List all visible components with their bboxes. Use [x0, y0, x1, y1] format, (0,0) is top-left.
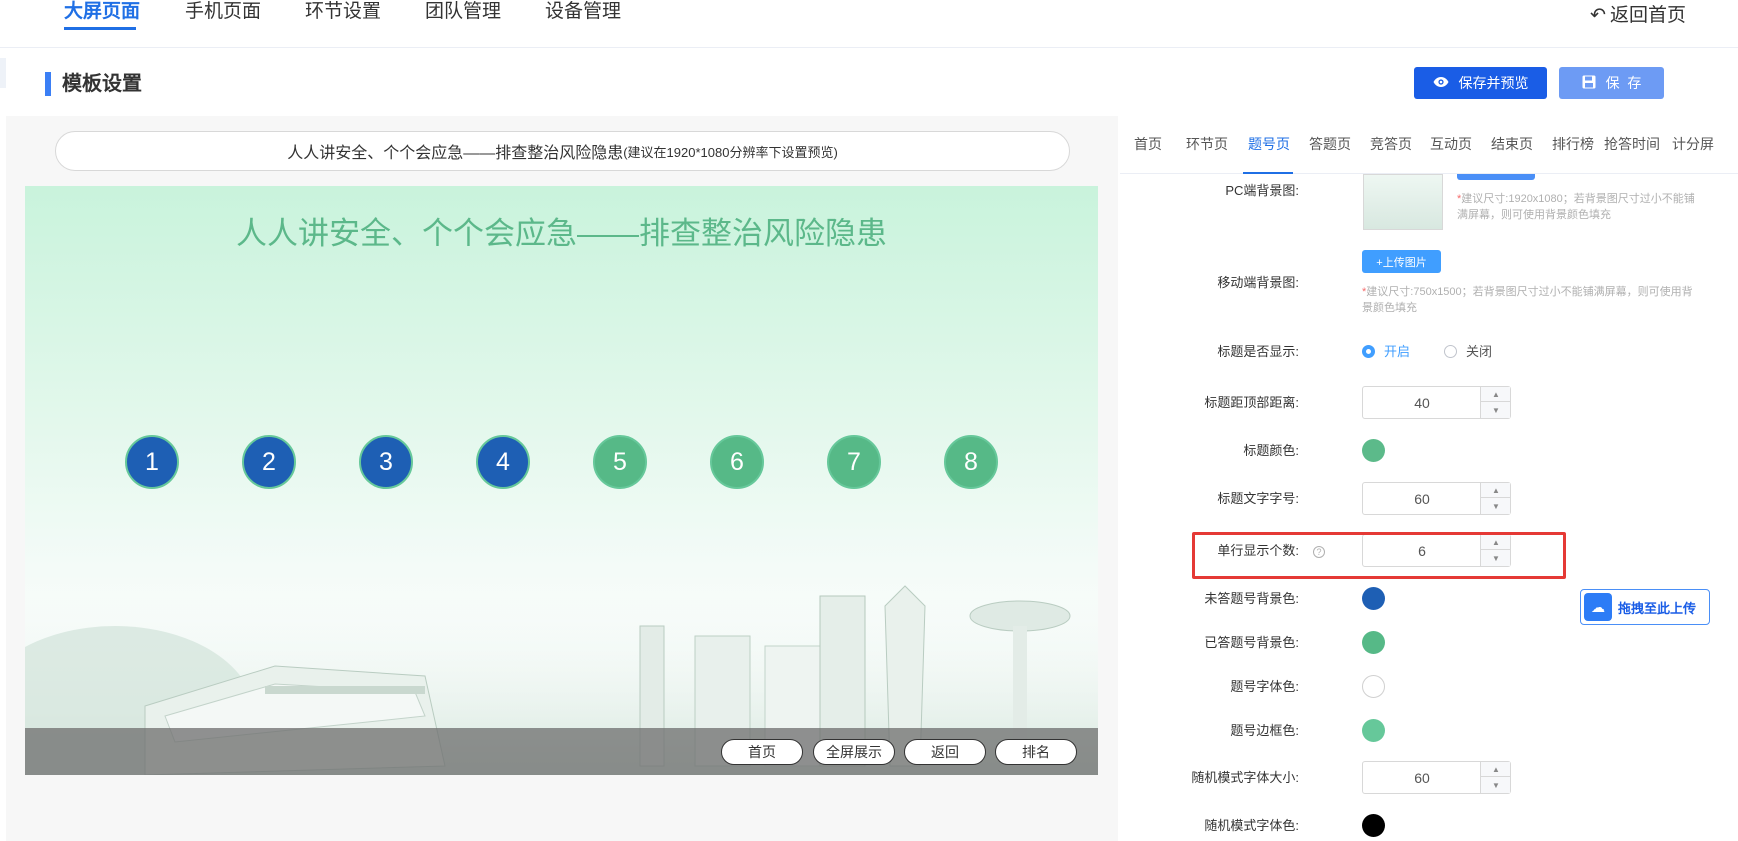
- question-number-2[interactable]: 2: [242, 435, 296, 489]
- tab-answer[interactable]: 答题页: [1309, 134, 1351, 154]
- increment-icon[interactable]: ▲: [1481, 387, 1511, 402]
- random-font-size-value[interactable]: 60: [1363, 762, 1481, 793]
- increment-icon[interactable]: ▲: [1481, 762, 1511, 777]
- back-home-link[interactable]: ↶ 返回首页: [1590, 4, 1686, 28]
- title-top-stepper[interactable]: 40 ▲ ▼: [1362, 386, 1511, 419]
- pc-bg-thumbnail[interactable]: [1363, 174, 1443, 230]
- unanswered-bg-swatch[interactable]: [1362, 587, 1385, 610]
- section-accent-bar: [45, 72, 51, 96]
- pc-bg-label: PC端背景图:: [1225, 183, 1299, 198]
- question-number-8[interactable]: 8: [944, 435, 998, 489]
- resolution-hint: (建议在1920*1080分辨率下设置预览): [623, 144, 838, 160]
- nav-tab-mobile[interactable]: 手机页面: [185, 0, 261, 24]
- num-font-color-swatch[interactable]: [1362, 675, 1385, 698]
- title-color-swatch[interactable]: [1362, 439, 1385, 462]
- question-number-7[interactable]: 7: [827, 435, 881, 489]
- tab-end[interactable]: 结束页: [1491, 134, 1533, 154]
- tab-scoreboard[interactable]: 计分屏: [1672, 134, 1714, 154]
- undo-icon: ↶: [1590, 5, 1606, 26]
- mobile-bg-note: *建议尺寸:750x1500；若背景图尺寸过小不能铺满屏幕，则可使用背景颜色填充: [1362, 286, 1693, 314]
- save-and-preview-button[interactable]: 保存并预览: [1414, 67, 1547, 99]
- preview-home-button[interactable]: 首页: [721, 739, 803, 765]
- nav-tab-stage-settings[interactable]: 环节设置: [305, 0, 381, 24]
- page-title: 模板设置: [62, 73, 142, 95]
- question-number-5[interactable]: 5: [593, 435, 647, 489]
- random-font-color-swatch[interactable]: [1362, 814, 1385, 837]
- preview-ranking-button[interactable]: 排名: [995, 739, 1077, 765]
- question-number-3[interactable]: 3: [359, 435, 413, 489]
- question-number-6[interactable]: 6: [710, 435, 764, 489]
- question-number-4[interactable]: 4: [476, 435, 530, 489]
- save-label: 保 存: [1605, 75, 1642, 91]
- random-font-size-stepper[interactable]: 60 ▲ ▼: [1362, 761, 1511, 794]
- nav-tab-team-management[interactable]: 团队管理: [425, 0, 501, 24]
- tab-stage[interactable]: 环节页: [1186, 134, 1228, 154]
- increment-icon[interactable]: ▲: [1481, 483, 1511, 498]
- tab-active-indicator: [1243, 172, 1293, 174]
- back-home-label: 返回首页: [1609, 5, 1686, 26]
- tab-question-number[interactable]: 题号页: [1248, 134, 1290, 154]
- mobile-bg-label: 移动端背景图:: [1217, 275, 1299, 290]
- tab-home[interactable]: 首页: [1134, 134, 1162, 154]
- random-font-size-label: 随机模式字体大小:: [1191, 770, 1299, 785]
- drag-upload-widget[interactable]: ☁ 拖拽至此上传: [1580, 589, 1710, 625]
- eye-icon: [1433, 75, 1449, 91]
- preview-back-button[interactable]: 返回: [904, 739, 986, 765]
- nav-active-indicator: [64, 27, 136, 30]
- title-font-value[interactable]: 60: [1363, 483, 1481, 514]
- nav-tab-big-screen[interactable]: 大屏页面: [64, 0, 140, 24]
- save-and-preview-label: 保存并预览: [1458, 75, 1529, 91]
- save-button[interactable]: 保 存: [1559, 67, 1664, 99]
- preview-screen-title: 人人讲安全、个个会应急——排查整治风险隐患: [236, 216, 887, 251]
- title-show-off-radio[interactable]: [1444, 345, 1457, 358]
- big-screen-preview: 人人讲安全、个个会应急——排查整治风险隐患 1 2 3 4 5 6 7 8 首页…: [25, 186, 1098, 775]
- unanswered-bg-label: 未答题号背景色:: [1204, 591, 1299, 606]
- title-show-on-label[interactable]: 开启: [1384, 343, 1410, 361]
- floppy-icon: [1582, 75, 1596, 92]
- decrement-icon[interactable]: ▼: [1481, 403, 1511, 418]
- title-top-label: 标题距顶部距离:: [1204, 395, 1299, 410]
- upload-image-button[interactable]: +上传图片: [1362, 250, 1441, 273]
- drag-upload-label: 拖拽至此上传: [1618, 600, 1697, 616]
- top-nav: 大屏页面 手机页面 环节设置 团队管理 设备管理 ↶ 返回首页: [0, 0, 1738, 48]
- title-show-off-label[interactable]: 关闭: [1466, 343, 1492, 361]
- title-show-on-radio[interactable]: [1362, 345, 1375, 358]
- cloud-icon: ☁: [1584, 593, 1612, 621]
- screen-title-input[interactable]: 人人讲安全、个个会应急——排查整治风险隐患 (建议在1920*1080分辨率下设置…: [55, 131, 1070, 171]
- sidebar-edge: [0, 58, 6, 88]
- decrement-icon[interactable]: ▼: [1481, 499, 1511, 514]
- answered-bg-swatch[interactable]: [1362, 631, 1385, 654]
- tab-competition[interactable]: 竞答页: [1370, 134, 1412, 154]
- pc-bg-upload-button[interactable]: [1457, 174, 1535, 180]
- num-border-color-swatch[interactable]: [1362, 719, 1385, 742]
- tab-leaderboard[interactable]: 排行榜: [1552, 134, 1594, 154]
- screen-title-value: 人人讲安全、个个会应急——排查整治风险隐患: [287, 145, 624, 162]
- title-font-stepper[interactable]: 60 ▲ ▼: [1362, 482, 1511, 515]
- num-font-color-label: 题号字体色:: [1230, 679, 1299, 694]
- pc-bg-note: *建议尺寸:1920x1080；若背景图尺寸过小不能铺满屏幕，则可使用背景颜色填…: [1457, 193, 1695, 221]
- title-color-label: 标题颜色:: [1243, 443, 1299, 458]
- highlight-box: [1192, 532, 1566, 579]
- tab-buzz-time[interactable]: 抢答时间: [1604, 134, 1660, 154]
- title-font-label: 标题文字字号:: [1217, 491, 1299, 506]
- title-show-label: 标题是否显示:: [1217, 344, 1299, 359]
- question-number-1[interactable]: 1: [125, 435, 179, 489]
- random-font-color-label: 随机模式字体色:: [1204, 818, 1299, 833]
- decrement-icon[interactable]: ▼: [1481, 778, 1511, 793]
- nav-tab-device-management[interactable]: 设备管理: [545, 0, 621, 24]
- tab-interaction[interactable]: 互动页: [1430, 134, 1472, 154]
- num-border-color-label: 题号边框色:: [1230, 723, 1299, 738]
- answered-bg-label: 已答题号背景色:: [1204, 635, 1299, 650]
- title-top-value[interactable]: 40: [1363, 387, 1481, 418]
- preview-fullscreen-button[interactable]: 全屏展示: [813, 739, 895, 765]
